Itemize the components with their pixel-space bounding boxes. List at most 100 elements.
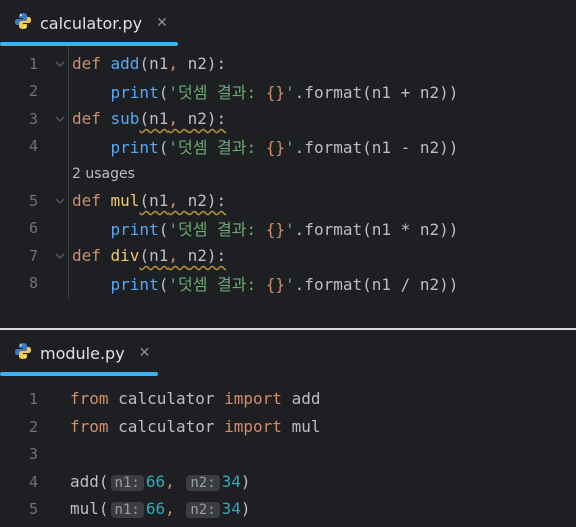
code-line[interactable]: 7 def div(n1, n2): <box>0 242 576 269</box>
code-text: def div(n1, n2): <box>72 246 226 265</box>
code-token: (n1 <box>139 109 169 128</box>
code-token: print <box>110 219 159 239</box>
code-editor[interactable]: 1 def add(n1, n2): 2 print('덧셈 결과: {}'.for… <box>0 46 576 300</box>
code-token: from <box>70 389 119 408</box>
code-token: def <box>72 109 111 128</box>
code-line[interactable]: 8 print('덧셈 결과: {}'.format(n1 / n2)) <box>0 269 576 296</box>
code-token: , <box>165 472 185 491</box>
code-text: def sub(n1, n2): <box>72 109 226 128</box>
code-token: (n1 <box>139 246 169 265</box>
code-token: add <box>291 389 321 408</box>
fold-chevron-icon[interactable] <box>54 250 66 262</box>
pane-separator <box>0 300 576 330</box>
line-number: 5 <box>28 499 38 518</box>
code-token: {} <box>265 82 286 102</box>
code-text: print('덧셈 결과: {}'.format(n1 + n2)) <box>72 79 459 103</box>
code-token: .format(n1 - n2)) <box>294 137 459 157</box>
code-token: import <box>224 417 292 436</box>
code-line[interactable]: 4 add(n1: 66, n2: 34) <box>0 468 576 495</box>
code-token: {} <box>265 137 286 157</box>
tab-title: calculator.py <box>40 13 143 33</box>
code-token: calculator <box>118 389 225 408</box>
code-token: mul <box>291 417 321 436</box>
python-icon <box>14 12 32 34</box>
tab-title: module.py <box>40 343 125 363</box>
code-token: {} <box>265 274 286 294</box>
code-token: '덧셈 결과: <box>168 219 266 239</box>
code-line[interactable]: 6 print('덧셈 결과: {}'.format(n1 * n2)) <box>0 214 576 241</box>
editor-pane-calculator: calculator.py ✕ 1 def add(n1, n2): 2 print… <box>0 0 576 300</box>
parameter-hint: n1: <box>110 502 144 518</box>
code-token: from <box>70 417 119 436</box>
code-token: (n1 <box>139 54 169 73</box>
line-number: 1 <box>28 389 38 408</box>
code-line[interactable]: 1 from calculator import add <box>0 385 576 412</box>
line-number: 4 <box>28 472 38 491</box>
usages-hint[interactable]: 2 usages <box>0 160 576 187</box>
close-icon[interactable]: ✕ <box>139 345 151 361</box>
line-number: 8 <box>28 273 38 292</box>
tab-module-py[interactable]: module.py ✕ <box>0 330 150 376</box>
line-number: 5 <box>28 191 38 210</box>
python-icon <box>14 342 32 364</box>
parameter-hint: n2: <box>186 475 220 491</box>
fold-chevron-icon[interactable] <box>54 58 66 70</box>
code-token: sub <box>110 109 140 128</box>
code-token: '덧셈 결과: <box>168 274 266 294</box>
code-token: ( <box>158 219 169 239</box>
line-number: 1 <box>28 54 38 73</box>
code-token: (n1 <box>139 191 169 210</box>
code-line[interactable]: 2 from calculator import mul <box>0 413 576 440</box>
line-number: 4 <box>28 136 38 155</box>
code-line[interactable]: 1 def add(n1, n2): <box>0 50 576 77</box>
code-text: from calculator import add <box>70 389 320 408</box>
close-icon[interactable]: ✕ <box>156 15 168 31</box>
line-number: 3 <box>28 444 38 463</box>
code-line[interactable]: 4 print('덧셈 결과: {}'.format(n1 - n2)) <box>0 132 576 159</box>
code-text: add(n1: 66, n2: 34) <box>70 472 251 491</box>
code-token: , <box>168 191 188 210</box>
code-token: def <box>72 246 111 265</box>
code-token: 34 <box>221 499 241 518</box>
tab-calculator-py[interactable]: calculator.py ✕ <box>0 0 168 46</box>
code-text: def mul(n1, n2): <box>72 191 226 210</box>
code-text: print('덧셈 결과: {}'.format(n1 * n2)) <box>72 216 459 240</box>
line-number: 3 <box>28 109 38 128</box>
code-line[interactable]: 5 def mul(n1, n2): <box>0 187 576 214</box>
fold-chevron-icon[interactable] <box>54 113 66 125</box>
code-token: 66 <box>145 499 166 518</box>
code-token: calculator <box>118 417 225 436</box>
code-token: , <box>168 54 188 73</box>
line-number: 2 <box>28 81 38 100</box>
code-token: div <box>110 246 140 265</box>
tab-bar: calculator.py ✕ <box>0 0 576 46</box>
code-text: from calculator import mul <box>70 417 320 436</box>
code-token: print <box>110 274 159 294</box>
parameter-hint: n1: <box>110 475 144 491</box>
code-text: def add(n1, n2): <box>72 54 226 73</box>
code-line[interactable]: 5 mul(n1: 66, n2: 34) <box>0 495 576 522</box>
code-token: .format(n1 + n2)) <box>294 82 459 102</box>
code-token: n2): <box>187 246 227 265</box>
parameter-hint: n2: <box>186 502 220 518</box>
code-token: def <box>72 191 111 210</box>
code-token: ) <box>240 472 251 491</box>
code-token: '덧셈 결과: <box>168 137 266 157</box>
code-token: , <box>168 109 188 128</box>
code-token: ' <box>285 82 295 102</box>
line-number: 7 <box>28 246 38 265</box>
editor-pane-module: module.py ✕ 1 from calculator import add 2… <box>0 330 576 527</box>
code-token: ( <box>158 137 169 157</box>
code-token: add( <box>70 472 109 491</box>
code-token: .format(n1 * n2)) <box>294 219 459 239</box>
fold-chevron-icon[interactable] <box>54 195 66 207</box>
code-line[interactable]: 3 def sub(n1, n2): <box>0 105 576 132</box>
code-token: print <box>110 137 159 157</box>
code-token: ' <box>285 137 295 157</box>
code-editor[interactable]: 1 from calculator import add 2 from calcula… <box>0 376 576 527</box>
code-text: mul(n1: 66, n2: 34) <box>70 499 251 518</box>
code-line[interactable]: 3 <box>0 440 576 467</box>
code-token: .format(n1 / n2)) <box>294 274 459 294</box>
code-line[interactable]: 2 print('덧셈 결과: {}'.format(n1 + n2)) <box>0 77 576 104</box>
